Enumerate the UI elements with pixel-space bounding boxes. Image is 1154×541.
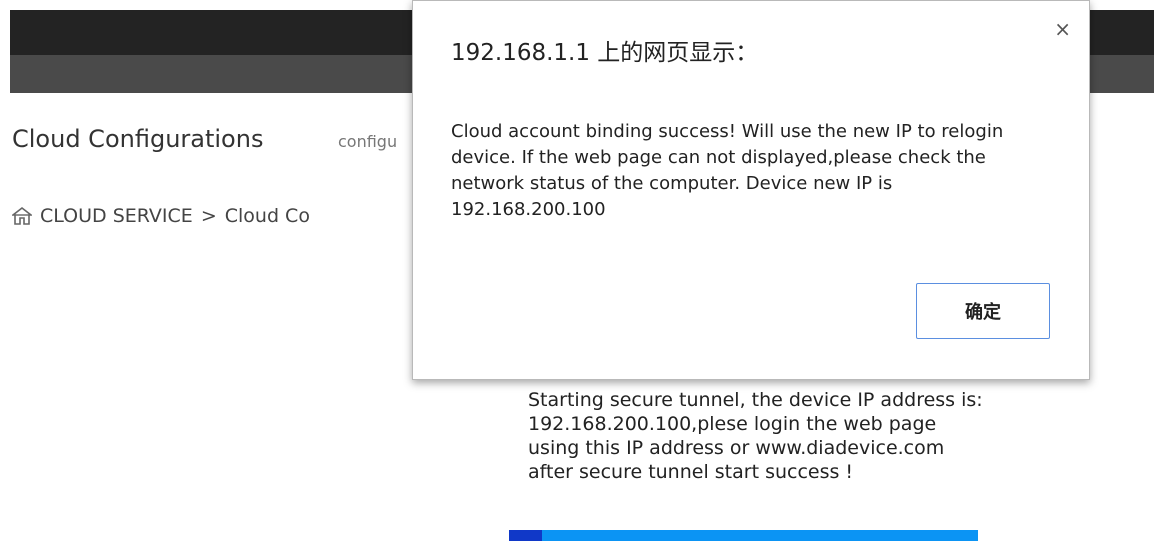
dialog-title: 192.168.1.1 上的网页显示：: [451, 40, 759, 66]
ok-button[interactable]: 确定: [916, 283, 1050, 339]
tunnel-progress-fill: [509, 530, 542, 541]
dialog-message: Cloud account binding success! Will use …: [451, 121, 1004, 220]
breadcrumb: CLOUD SERVICE > Cloud Co: [12, 205, 310, 227]
breadcrumb-separator: >: [200, 205, 217, 227]
page-title: Cloud Configurations: [12, 125, 264, 153]
home-icon[interactable]: [12, 206, 32, 226]
breadcrumb-current: Cloud Co: [224, 205, 310, 227]
page-subtitle: configu: [338, 132, 398, 151]
alert-dialog: 192.168.1.1 上的网页显示： × Cloud account bind…: [412, 0, 1090, 380]
close-icon[interactable]: ×: [1054, 19, 1071, 39]
breadcrumb-section[interactable]: CLOUD SERVICE: [40, 205, 193, 227]
tunnel-progress-bar: [509, 530, 978, 541]
tunnel-status-message: Starting secure tunnel, the device IP ad…: [528, 389, 983, 483]
